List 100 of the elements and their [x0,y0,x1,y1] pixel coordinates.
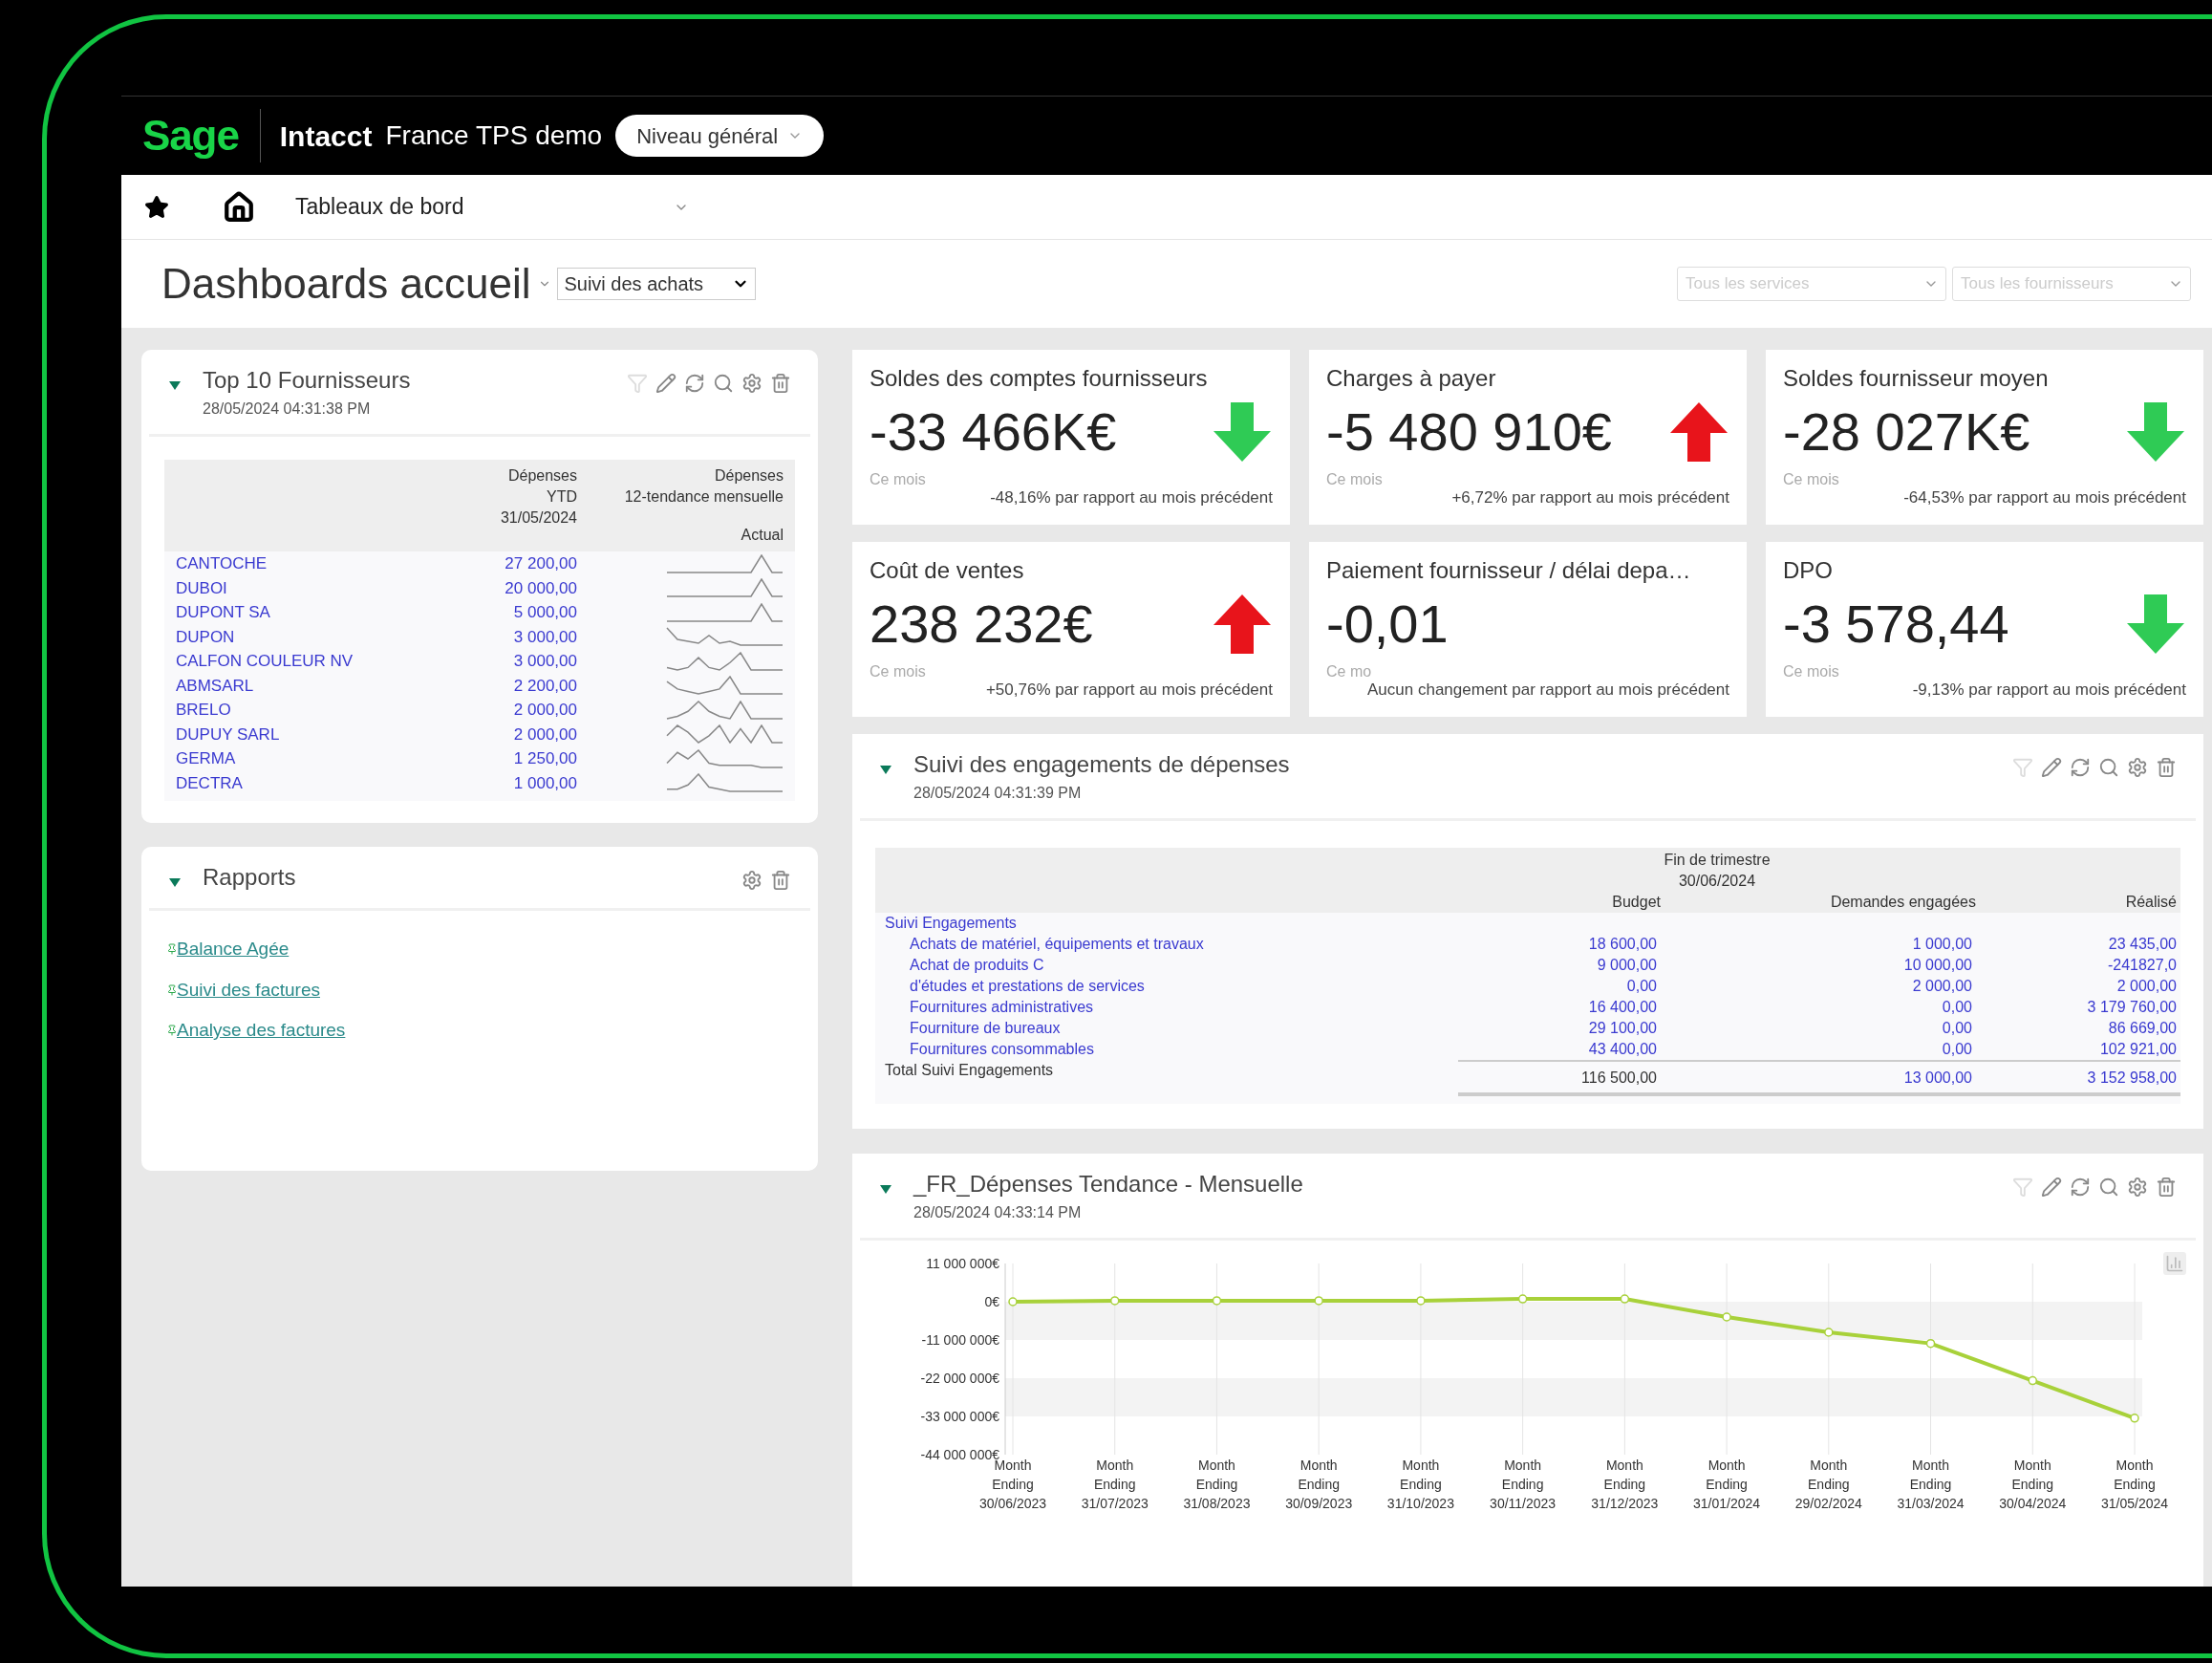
supplier-link[interactable]: ABMSARL [176,673,443,698]
kpi-title: Soldes fournisseur moyen [1783,364,2050,393]
amount-cell-text: 2 000,00 [512,724,577,745]
report-link[interactable]: Balance Agée [177,936,290,963]
amount-cell-text: 5 000,00 [512,602,577,623]
table-cell-text: 29 100,00 [1587,1019,1658,1038]
collapse-triangle-icon[interactable] [168,378,182,392]
kpi-value: -3 578,44 [1783,597,2009,651]
x-axis-label: Month Ending 30/04/2024 [1999,1458,2067,1511]
kpi-comparison: -64,53% par rapport au mois précédent [1903,487,2186,508]
kpi-title: Charges à payer [1326,364,1497,393]
kpi-period: Ce mois [1783,662,1839,681]
column-header: Réalisé [2124,893,2178,912]
pin-icon [166,1024,178,1038]
row-label[interactable]: Fournitures administratives [875,997,1458,1018]
column-header: Dépenses YTD 31/05/2024 [499,466,577,528]
row-label[interactable]: Fournitures consommables [875,1039,1458,1060]
refresh-icon[interactable] [2070,1177,2091,1198]
row-label[interactable]: Fourniture de bureaux [875,1018,1458,1039]
collapse-triangle-icon[interactable] [168,875,182,889]
settings-icon[interactable] [741,870,762,891]
group-label[interactable]: Suivi Engagements [885,915,1017,931]
kpi-period: Ce mois [1783,470,1839,489]
collapse-triangle-icon[interactable] [879,1182,892,1196]
amount-cell-text: 3 000,00 [512,651,577,672]
row-label[interactable]: Achats de matériel, équipements et travaux [875,934,1458,955]
pin-icon [166,983,178,997]
supplier-link[interactable]: DECTRA [176,770,443,795]
level-selector[interactable]: Niveau général [615,115,825,157]
settings-icon[interactable] [2127,757,2148,778]
column-header: Budget [1611,893,1661,912]
table-cell-text: 2 000,00 [1911,977,1973,996]
star-icon[interactable] [144,194,169,220]
supplier-link[interactable]: DUPON [176,624,443,649]
x-axis-label: Month Ending 31/03/2024 [1897,1458,1965,1511]
row-label[interactable]: d'études et prestations de services [875,976,1458,997]
trash-icon[interactable] [770,870,791,891]
trash-icon[interactable] [770,373,791,394]
supplier-link[interactable]: GERMA [176,746,443,771]
logo: Sage [142,109,261,162]
widget-title: Suivi des engagements de dépenses [913,750,1291,779]
total-cell: 13 000,00 [1661,1060,1976,1096]
widget-title: _FR_Dépenses Tendance - Mensuelle [913,1170,1304,1199]
supplier-link[interactable]: DUPONT SA [176,600,443,625]
amount-cell-text: 1 000,00 [512,772,577,794]
x-axis-label: Month Ending 31/05/2024 [2100,1458,2169,1511]
edit-icon[interactable] [2041,757,2062,778]
supplier-link[interactable]: BRELO [176,698,443,723]
search-icon[interactable] [713,373,734,394]
kpi-comparison: -9,13% par rapport au mois précédent [1912,680,2186,701]
kpi-comparison: +6,72% par rapport au mois précédent [1451,487,1729,508]
refresh-icon[interactable] [2070,757,2091,778]
supplier-link[interactable]: DUPUY SARL [176,722,443,746]
table-cell-text: 102 921,00 [2098,1040,2178,1059]
x-axis-label: Month Ending 30/11/2023 [1490,1458,1557,1511]
table-cell-text: 1 000,00 [1911,935,1973,954]
dashboard-select[interactable]: Suivi des achats [557,268,757,300]
trash-icon[interactable] [2156,757,2177,778]
kpi-comparison: +50,76% par rapport au mois précédent [985,680,1273,701]
pin-icon [166,942,178,957]
trash-icon[interactable] [2156,1177,2177,1198]
search-icon[interactable] [2098,1177,2119,1198]
supplier-link[interactable]: CANTOCHE [176,551,443,576]
kpi-value: -33 466K€ [870,405,1117,459]
kpi-title: Paiement fournisseur / délai depa… [1326,556,1692,585]
widget-title: Top 10 Fournisseurs [203,366,412,395]
y-axis-label: -33 000 000€ [920,1409,999,1424]
total-label: Total Suivi Engagements [884,1061,1055,1080]
kpi-title: Soldes des comptes fournisseurs [870,364,1209,393]
report-link[interactable]: Analyse des factures [177,1017,346,1045]
table-cell-text: 0,00 [1625,977,1658,996]
home-icon[interactable] [223,190,255,224]
widget-timestamp: 28/05/2024 04:31:39 PM [913,784,1083,803]
refresh-icon[interactable] [684,373,705,394]
nav-menu[interactable]: Tableaux de bord [295,190,690,224]
amount-cell-text: 3 000,00 [512,626,577,648]
y-axis-label: 0€ [984,1294,999,1309]
amount-cell-text: 20 000,00 [504,577,577,599]
edit-icon[interactable] [655,373,676,394]
kpi-value: -28 027K€ [1783,405,2030,459]
supplier-link[interactable]: CALFON COULEUR NV [176,649,443,674]
collapse-triangle-icon[interactable] [879,763,892,776]
row-label[interactable]: Achat de produits C [875,955,1458,976]
report-link[interactable]: Suivi des factures [177,976,320,1004]
x-axis-label: Month Ending 31/08/2023 [1183,1458,1251,1511]
group-header: Fin de trimestre 30/06/2024 [1664,851,1771,891]
amount-cell-text: 1 250,00 [512,748,577,769]
settings-icon[interactable] [741,373,762,394]
table-cell-text: 23 435,00 [2107,935,2178,954]
table-cell-text: 0,00 [1941,1019,1973,1038]
supplier-link[interactable]: DUBOI [176,575,443,600]
column-subheader: Actual [741,526,784,545]
table-cell-text: -241827,0 [2106,956,2178,975]
settings-icon[interactable] [2127,1177,2148,1198]
page-title: Dashboards accueil [161,259,531,309]
kpi-title: DPO [1783,556,1834,585]
y-axis-label: -22 000 000€ [920,1371,999,1386]
x-axis-label: Month Ending 31/12/2023 [1591,1458,1659,1511]
edit-icon[interactable] [2041,1177,2062,1198]
search-icon[interactable] [2098,757,2119,778]
